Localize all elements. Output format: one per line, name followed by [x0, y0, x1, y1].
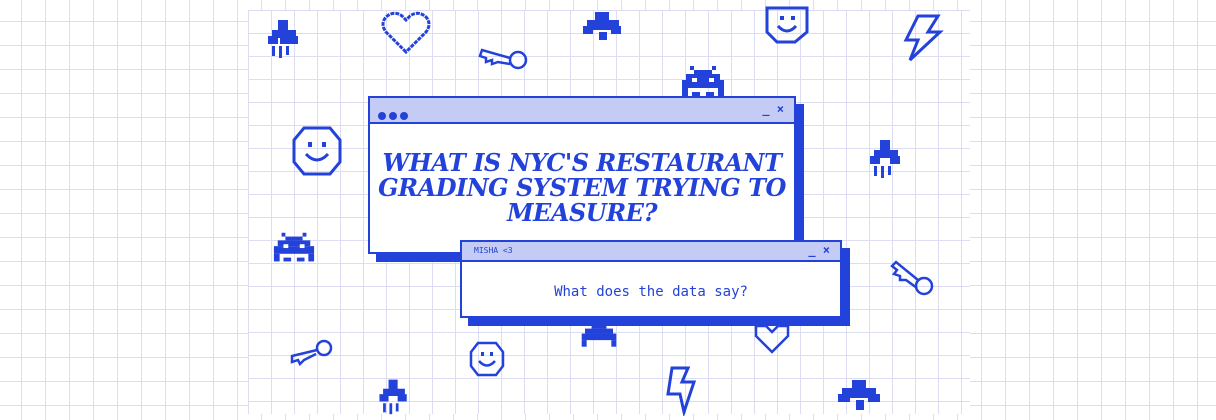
- window-controls[interactable]: _ ×: [762, 102, 784, 116]
- key-icon: [478, 48, 528, 70]
- space-invader-icon: [273, 232, 315, 262]
- subtitle: What does the data say?: [554, 284, 748, 300]
- key-icon: [890, 260, 934, 296]
- window-controls[interactable]: _ ×: [808, 243, 830, 257]
- space-invader-icon: [581, 325, 617, 347]
- window-dots: [378, 105, 411, 124]
- lightning-icon: [903, 14, 944, 62]
- sub-title-bar: MISHA <3 _ ×: [462, 242, 840, 262]
- smiley-icon: [469, 341, 505, 377]
- title-bar: _ ×: [370, 98, 794, 124]
- lightning-icon: [666, 366, 697, 416]
- smiley-icon: [292, 126, 342, 176]
- main-window: _ × WHAT IS NYC'S RESTAURANT GRADING SYS…: [368, 96, 804, 262]
- smiley-icon: [765, 6, 809, 44]
- tab-label: MISHA <3: [474, 246, 513, 255]
- rocket-icon: [870, 140, 900, 178]
- rocket-icon: [379, 379, 407, 415]
- space-invader-icon: [682, 66, 724, 96]
- ufo-icon: [583, 12, 621, 40]
- page-title: WHAT IS NYC'S RESTAURANT GRADING SYSTEM …: [378, 148, 786, 227]
- heart-icon: [754, 324, 790, 354]
- key-icon: [290, 339, 333, 366]
- ufo-icon: [838, 380, 880, 410]
- heart-icon: [381, 11, 431, 55]
- rocket-icon: [268, 20, 298, 58]
- sub-window: MISHA <3 _ × What does the data say?: [460, 240, 850, 326]
